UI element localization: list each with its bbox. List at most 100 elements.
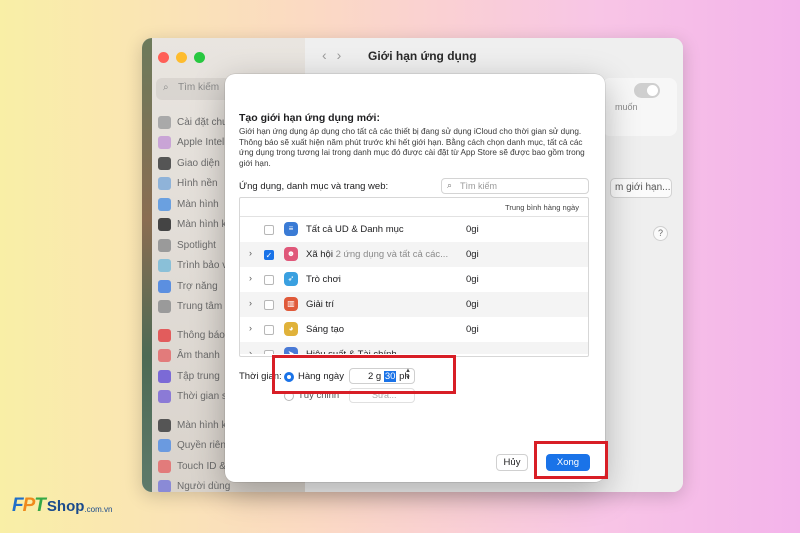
row-name-text: Xã hội (306, 249, 333, 260)
sidebar-item-icon (158, 238, 171, 252)
logo-letter-t: T (34, 495, 46, 516)
palette-icon: ◕ (284, 322, 298, 336)
sidebar-item-icon (158, 115, 171, 129)
row-time: 0gi (466, 324, 479, 335)
row-name-text: Hiệu suất & Tài chính (306, 349, 397, 354)
table-header: Trung bình hàng ngày (240, 198, 588, 217)
logo-letter-f: F (12, 495, 24, 516)
sidebar-item-icon (158, 156, 171, 170)
row-name: Xã hội 2 ứng dụng và tất cả các... (306, 249, 448, 260)
nav-arrows[interactable]: ‹› (322, 47, 351, 63)
dialog-description: Giới hạn ứng dụng áp dụng cho tất cả các… (239, 127, 585, 168)
row-time: 0gi (466, 299, 479, 310)
sidebar-item-label: Hình nền (177, 178, 218, 190)
new-app-limit-dialog: Tạo giới hạn ứng dụng mới: Giới hạn ứng … (225, 74, 605, 482)
app-search-input[interactable]: ⌕ Tìm kiếm (441, 178, 589, 194)
sidebar-item-icon (158, 136, 171, 150)
row-checkbox[interactable] (264, 325, 274, 335)
logo-shop: Shop (46, 497, 85, 515)
table-row[interactable]: ≡ Tất cả UD & Danh mục 0gi (240, 217, 588, 242)
dialog-title: Tạo giới hạn ứng dụng mới: (239, 112, 380, 124)
table-row[interactable]: › ➶ Trò chơi 0gi (240, 267, 588, 292)
highlight-box-time (272, 355, 456, 394)
sidebar-item-label: Trợ năng (177, 280, 218, 292)
pane-title: Giới hạn ứng dụng (368, 49, 477, 63)
wallpaper-strip (142, 38, 152, 492)
app-category-table: Trung bình hàng ngày ≡ Tất cả UD & Danh m… (239, 197, 589, 357)
table-body[interactable]: ≡ Tất cả UD & Danh mục 0gi › ✓ ☻ Xã hội 2 ứng … (240, 217, 588, 354)
table-row[interactable]: › ▥ Giải trí 0gi (240, 292, 588, 317)
row-checkbox[interactable] (264, 350, 274, 354)
row-name: Sáng tạo (306, 324, 344, 335)
sidebar-item-icon (158, 480, 171, 492)
sidebar-item-label: Tập trung (177, 370, 220, 382)
table-row[interactable]: › ✓ ☻ Xã hội 2 ứng dụng và tất cả các... 0gi (240, 242, 588, 267)
sidebar-item-icon (158, 459, 171, 473)
logo-letter-p: P (22, 495, 36, 516)
sidebar-item-icon (158, 418, 171, 432)
row-name-text: Tất cả UD & Danh mục (306, 224, 404, 235)
popcorn-icon: ▥ (284, 297, 298, 311)
sidebar-item-icon (158, 390, 171, 404)
table-row[interactable]: › ➤ Hiệu suất & Tài chính (240, 342, 588, 354)
row-name: Tất cả UD & Danh mục (306, 224, 404, 235)
row-checkbox[interactable] (264, 275, 274, 285)
row-name-text: Trò chơi (306, 274, 341, 285)
sidebar-item-label: Giao diện (177, 157, 220, 169)
search-icon: ⌕ (163, 82, 169, 93)
productivity-icon: ➤ (284, 347, 298, 354)
sidebar-item-icon (158, 369, 171, 383)
chevron-right-icon[interactable]: › (249, 298, 252, 308)
sidebar-item-icon (158, 197, 171, 211)
sidebar-item-icon (158, 300, 171, 314)
logo-domain: .com.vn (84, 504, 113, 514)
minimize-window-button[interactable] (176, 52, 187, 63)
row-name: Hiệu suất & Tài chính (306, 349, 397, 354)
social-icon: ☻ (284, 247, 298, 261)
help-icon[interactable]: ? (653, 226, 668, 241)
cancel-button[interactable]: Hủy (496, 454, 528, 471)
row-time: 0gi (466, 224, 479, 235)
list-label: Ứng dụng, danh mục và trang web: (239, 181, 389, 192)
sidebar-item-icon (158, 328, 171, 342)
add-limit-button[interactable]: m giới hạn... (610, 178, 672, 198)
sidebar-item-label: Người dùng (177, 481, 231, 492)
sidebar-item-icon (158, 259, 171, 273)
fpt-shop-logo: F P T Shop .com.vn (12, 491, 112, 521)
sidebar-item-label: Spotlight (177, 239, 216, 251)
row-time: 0gi (466, 249, 479, 260)
chevron-right-icon[interactable]: › (249, 273, 252, 283)
chevron-right-icon[interactable]: › (249, 348, 252, 354)
row-checkbox[interactable] (264, 300, 274, 310)
sidebar-item-label: Âm thanh (177, 350, 220, 362)
app-search-placeholder: Tìm kiếm (460, 181, 497, 191)
stack-icon: ≡ (284, 222, 298, 236)
chevron-right-icon[interactable]: › (249, 248, 252, 258)
row-name: Trò chơi (306, 274, 341, 285)
zoom-window-button[interactable] (194, 52, 205, 63)
card-text: muốn (615, 102, 638, 112)
table-row[interactable]: › ◕ Sáng tạo 0gi (240, 317, 588, 342)
row-subtitle: 2 ứng dụng và tất cả các... (332, 249, 449, 260)
sidebar-item-label: Thông báo (177, 329, 225, 341)
sidebar-item-label: Màn hình (177, 198, 219, 210)
row-time: 0gi (466, 274, 479, 285)
row-name-text: Sáng tạo (306, 324, 345, 335)
sidebar-item-icon (158, 279, 171, 293)
settings-toggle[interactable] (634, 83, 660, 98)
window-controls (158, 52, 205, 63)
close-window-button[interactable] (158, 52, 169, 63)
row-checkbox[interactable]: ✓ (264, 250, 274, 260)
search-icon: ⌕ (447, 180, 453, 190)
row-name: Giải trí (306, 299, 334, 310)
sidebar-item-icon (158, 177, 171, 191)
highlight-box-done (534, 441, 608, 479)
sidebar-item-icon (158, 349, 171, 363)
sidebar-search-placeholder: Tìm kiếm (178, 82, 220, 93)
rocket-icon: ➶ (284, 272, 298, 286)
row-name-text: Giải trí (306, 299, 334, 310)
sidebar-item-icon (158, 218, 171, 232)
chevron-right-icon[interactable]: › (249, 323, 252, 333)
sidebar-item-icon (158, 439, 171, 453)
row-checkbox[interactable] (264, 225, 274, 235)
